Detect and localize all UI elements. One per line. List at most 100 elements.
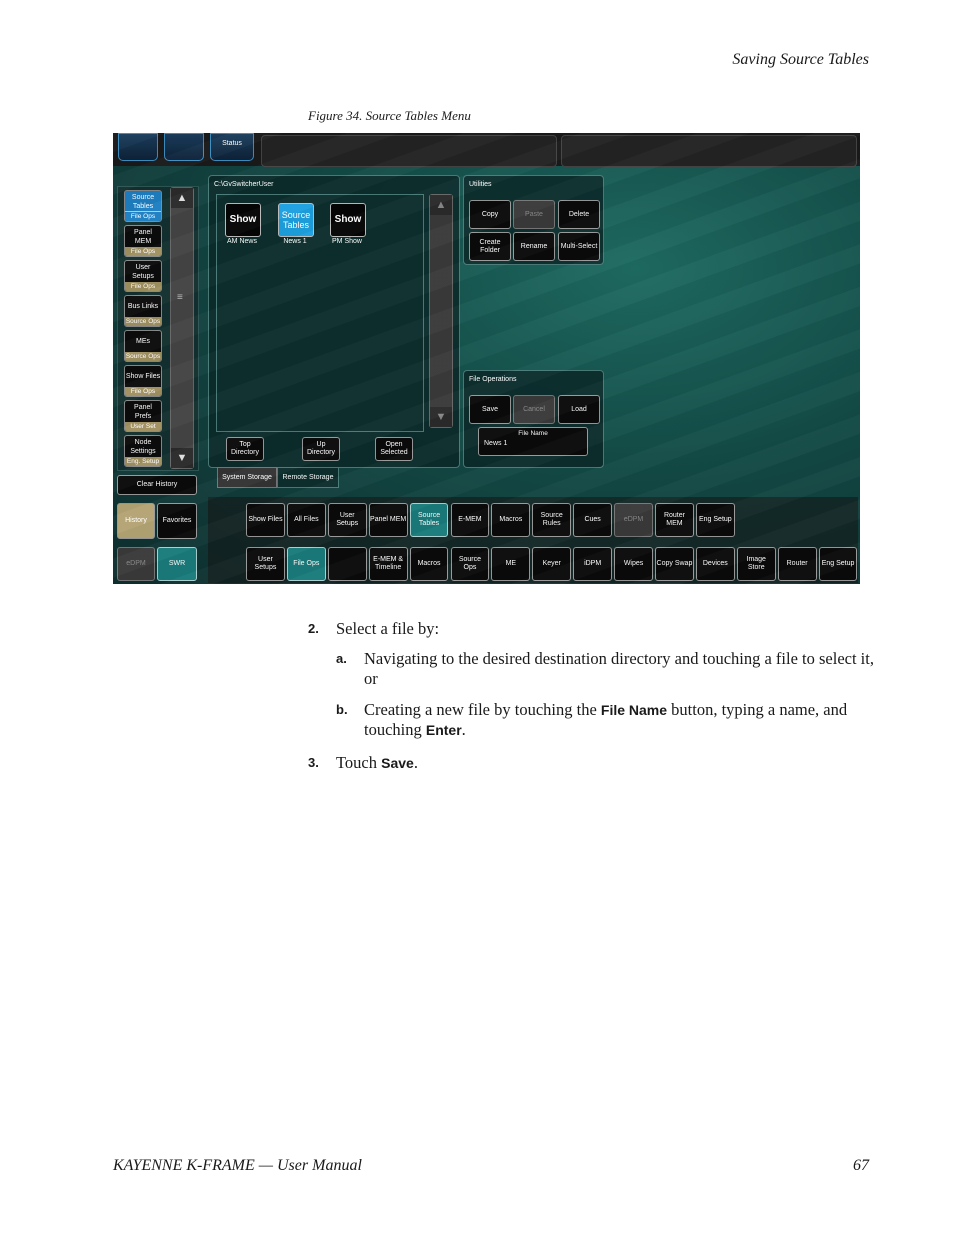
rename-button[interactable]: Rename bbox=[513, 232, 555, 261]
sidebar-scrollbar[interactable]: ▲ ≡ ▼ bbox=[170, 187, 194, 469]
menu-button-user-setups[interactable]: User Setups bbox=[246, 547, 285, 581]
paste-button[interactable]: Paste bbox=[513, 200, 555, 229]
save-button[interactable]: Save bbox=[469, 395, 511, 424]
create-folder-button[interactable]: Create Folder bbox=[469, 232, 511, 261]
menu-button-image-store[interactable]: Image Store bbox=[736, 547, 776, 581]
file-browser-panel: C:\GvSwitcherUser Show AM News Source Ta… bbox=[208, 175, 460, 468]
status-button[interactable]: Status bbox=[210, 133, 254, 161]
menu-button-devices[interactable]: Devices bbox=[695, 547, 735, 581]
top-panel-left bbox=[261, 135, 557, 167]
open-selected-button[interactable]: Open Selected bbox=[375, 437, 413, 461]
file-name-am-news: AM News bbox=[227, 238, 257, 245]
enter-keyword: Enter bbox=[425, 722, 462, 738]
page-number: 67 bbox=[853, 1157, 869, 1174]
utilities-panel: Utilities Copy Paste Delete Create Folde… bbox=[463, 175, 604, 265]
menu-button-copy-swap[interactable]: Copy Swap bbox=[655, 547, 694, 581]
file-name-pm-show: PM Show bbox=[332, 238, 362, 245]
multi-select-button[interactable]: Multi-Select bbox=[558, 232, 600, 261]
menu-button-file-ops[interactable]: File Ops bbox=[286, 547, 326, 581]
chevron-down-icon[interactable]: ▼ bbox=[430, 407, 452, 427]
menu-button-me[interactable]: ME bbox=[491, 547, 531, 581]
menu-button-user-setups[interactable]: User Setups bbox=[327, 503, 367, 537]
top-button-1[interactable] bbox=[118, 133, 158, 161]
sidebar-item-mes[interactable]: MEs Source Ops bbox=[124, 330, 162, 362]
running-header: Saving Source Tables bbox=[732, 51, 869, 68]
step-3-number: 3. bbox=[308, 755, 319, 770]
step-a-text: Navigating to the desired destination di… bbox=[364, 649, 874, 688]
menu-button-router-mem[interactable]: Router MEM bbox=[655, 503, 694, 537]
step-3-text: Touch Save. bbox=[336, 753, 418, 772]
chevron-down-icon[interactable]: ▼ bbox=[171, 448, 193, 468]
file-name-label: File Name bbox=[518, 430, 548, 437]
browser-scrollbar[interactable]: ▲ ▼ bbox=[429, 194, 453, 428]
menu-button-macros[interactable]: Macros bbox=[491, 503, 531, 537]
file-operations-title: File Operations bbox=[469, 376, 517, 383]
top-bar: Status bbox=[113, 133, 860, 167]
file-list: Show AM News Source Tables News 1 Show P… bbox=[216, 194, 424, 432]
sidebar-item-source-tables[interactable]: Source Tables File Ops bbox=[124, 190, 162, 222]
menu-button-all-files[interactable]: All Files bbox=[286, 503, 326, 537]
directory-path: C:\GvSwitcherUser bbox=[214, 181, 274, 188]
menu-button-cues[interactable]: Cues bbox=[573, 503, 613, 537]
step-a-number: a. bbox=[336, 651, 347, 666]
edpm-button[interactable]: eDPM bbox=[117, 547, 155, 581]
menu-button-e-mem[interactable]: E-MEM bbox=[450, 503, 490, 537]
file-icon-pm-show[interactable]: Show bbox=[330, 203, 366, 237]
cancel-button[interactable]: Cancel bbox=[513, 395, 555, 424]
menu-button-eng-setup[interactable]: Eng Setup bbox=[818, 547, 858, 581]
copy-button[interactable]: Copy bbox=[469, 200, 511, 229]
menu-button-macros[interactable]: Macros bbox=[409, 547, 449, 581]
scroll-grip-icon[interactable]: ≡ bbox=[177, 292, 183, 303]
utilities-title: Utilities bbox=[469, 181, 492, 188]
load-button[interactable]: Load bbox=[558, 395, 600, 424]
sidebar-item-bus-links[interactable]: Bus Links Source Ops bbox=[124, 295, 162, 327]
favorites-button[interactable]: Favorites bbox=[157, 503, 197, 539]
menu-button-eng-setup[interactable]: Eng Setup bbox=[695, 503, 735, 537]
up-directory-button[interactable]: Up Directory bbox=[302, 437, 340, 461]
footer-manual-title: KAYENNE K-FRAME — User Manual bbox=[113, 1157, 362, 1174]
file-name-keyword: File Name bbox=[600, 702, 668, 718]
sidebar-item-panel-prefs[interactable]: Panel Prefs User Set bbox=[124, 400, 162, 432]
sidebar-item-panel-mem[interactable]: Panel MEM File Ops bbox=[124, 225, 162, 257]
top-button-2[interactable] bbox=[164, 133, 204, 161]
menu-button-show-files[interactable]: Show Files bbox=[246, 503, 285, 537]
menu-button-source-tables[interactable]: Source Tables bbox=[409, 503, 449, 537]
chevron-up-icon[interactable]: ▲ bbox=[430, 195, 452, 215]
top-directory-button[interactable]: Top Directory bbox=[226, 437, 264, 461]
menu-button-wipes[interactable]: Wipes bbox=[614, 547, 653, 581]
history-sidebar: Source Tables File Ops Panel MEM File Op… bbox=[117, 186, 199, 471]
step-2-text: Select a file by: bbox=[336, 619, 440, 638]
sidebar-item-show-files[interactable]: Show Files File Ops bbox=[124, 365, 162, 397]
tab-remote-storage[interactable]: Remote Storage bbox=[277, 467, 339, 488]
file-operations-panel: File Operations Save Cancel Load File Na… bbox=[463, 370, 604, 468]
menu-button-source-rules[interactable]: Source Rules bbox=[532, 503, 572, 537]
file-name-news-1: News 1 bbox=[283, 238, 307, 245]
menu-button-source-ops[interactable]: Source Ops bbox=[450, 547, 490, 581]
menu-button-edpm[interactable]: eDPM bbox=[614, 503, 653, 537]
swr-button[interactable]: SWR bbox=[157, 547, 197, 581]
save-keyword: Save bbox=[381, 755, 414, 771]
menu-button-blank-2[interactable] bbox=[327, 547, 367, 581]
top-panel-right bbox=[561, 135, 857, 167]
history-button[interactable]: History bbox=[117, 503, 155, 539]
menu-button-e-mem-timeline[interactable]: E-MEM & Timeline bbox=[368, 547, 408, 581]
menu-button-panel-mem[interactable]: Panel MEM bbox=[368, 503, 408, 537]
sidebar-item-user-setups[interactable]: User Setups File Ops bbox=[124, 260, 162, 292]
file-icon-am-news[interactable]: Show bbox=[225, 203, 261, 237]
clear-history-button[interactable]: Clear History bbox=[117, 475, 197, 495]
step-b-text: Creating a new file by touching the File… bbox=[364, 700, 848, 739]
menu-button-router[interactable]: Router bbox=[777, 547, 817, 581]
source-tables-menu-screenshot: Status Source Tables File Ops Panel MEM … bbox=[113, 133, 860, 584]
step-b-number: b. bbox=[336, 702, 348, 717]
chevron-up-icon[interactable]: ▲ bbox=[171, 188, 193, 208]
menu-button-keyer[interactable]: Keyer bbox=[532, 547, 572, 581]
file-name-value: News 1 bbox=[484, 440, 508, 447]
file-name-field[interactable]: File Name News 1 bbox=[478, 427, 588, 456]
figure-caption: Figure 34. Source Tables Menu bbox=[308, 108, 471, 123]
sidebar-item-node-settings[interactable]: Node Settings Eng. Setup bbox=[124, 435, 162, 467]
menu-button-idpm[interactable]: iDPM bbox=[573, 547, 613, 581]
delete-button[interactable]: Delete bbox=[558, 200, 600, 229]
step-2-number: 2. bbox=[308, 621, 319, 636]
file-icon-news-1[interactable]: Source Tables bbox=[278, 203, 314, 237]
tab-system-storage[interactable]: System Storage bbox=[217, 467, 277, 488]
